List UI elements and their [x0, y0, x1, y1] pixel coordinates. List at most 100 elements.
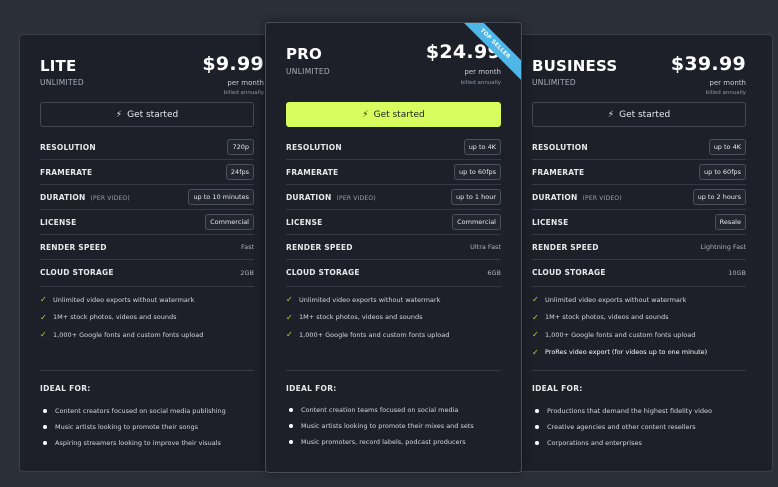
get-started-label: Get started [373, 109, 425, 120]
plan-subtitle: UNLIMITED [532, 78, 576, 87]
plan-subtitle: UNLIMITED [286, 67, 330, 76]
feature-note: (PER VIDEO) [90, 194, 130, 202]
check-icon: ✓ [40, 330, 47, 340]
ideal-item: Music artists looking to promote their m… [286, 418, 513, 434]
get-started-button[interactable]: ⚡ Get started [40, 102, 254, 127]
feature-label: CLOUD STORAGE [286, 268, 360, 277]
feature-value: 720p [227, 139, 254, 155]
plan-card-pro: TOP SELLER PRO UNLIMITED $24.99 per mont… [265, 22, 522, 473]
feature-row-cloud-storage: CLOUD STORAGE 6GB [286, 260, 501, 285]
included-item: ✓ Unlimited video exports without waterma… [532, 295, 687, 305]
plan-name: BUSINESS [532, 57, 618, 75]
ideal-item: Productions that demand the highest fide… [532, 403, 764, 419]
feature-label: DURATION [40, 192, 86, 202]
included-item: ✓ ProRes video export (for videos up to o… [532, 347, 708, 357]
ideal-item: Music artists looking to promote their s… [40, 419, 266, 435]
feature-row-duration: DURATION (PER VIDEO) up to 1 hour [286, 185, 501, 210]
feature-value: up to 4K [708, 139, 746, 155]
ideal-item: Content creators focused on social media… [40, 403, 266, 419]
feature-row-cloud-storage: CLOUD STORAGE 10GB [532, 260, 746, 285]
feature-label: RESOLUTION [40, 142, 96, 152]
feature-label: RESOLUTION [532, 142, 588, 152]
get-started-label: Get started [619, 109, 671, 120]
feature-row-duration: DURATION (PER VIDEO) up to 2 hours [532, 185, 746, 210]
billing-note: billed annually [460, 80, 501, 86]
plan-card-lite: LITE UNLIMITED $9.99 per month billed an… [19, 34, 275, 472]
feature-row-framerate: FRAMERATE up to 60fps [532, 160, 746, 185]
price-period: per month [227, 79, 264, 87]
feature-value: up to 2 hours [692, 189, 746, 205]
feature-row-framerate: FRAMERATE up to 60fps [286, 160, 501, 185]
plan-subtitle: UNLIMITED [40, 78, 84, 87]
included-item: ✓ 1M+ stock photos, videos and sounds [40, 312, 177, 322]
included-item: ✓ 1,000+ Google fonts and custom fonts up… [286, 330, 450, 340]
bullet-icon [289, 408, 293, 412]
ideal-item: Aspiring streamers looking to improve th… [40, 435, 266, 451]
ideal-for-title: IDEAL FOR: [40, 384, 91, 393]
feature-value: up to 1 hour [451, 189, 501, 205]
feature-value: 6GB [487, 268, 501, 277]
get-started-button[interactable]: ⚡ Get started [532, 102, 746, 127]
check-icon: ✓ [40, 312, 47, 322]
ideal-for-title: IDEAL FOR: [532, 384, 583, 393]
feature-row-duration: DURATION (PER VIDEO) up to 10 minutes [40, 185, 254, 210]
feature-row-resolution: RESOLUTION 720p [40, 135, 254, 160]
feature-label: RENDER SPEED [286, 242, 353, 252]
bullet-icon [43, 409, 47, 413]
feature-value: up to 4K [463, 139, 501, 155]
included-list: ✓ Unlimited video exports without waterma… [286, 291, 511, 344]
ideal-for-list: Content creators focused on social media… [40, 403, 266, 451]
plan-name: LITE [40, 57, 77, 75]
feature-value: up to 60fps [454, 164, 501, 180]
ideal-item: Corporations and enterprises [532, 435, 764, 451]
bolt-icon: ⚡ [362, 109, 369, 120]
feature-label: CLOUD STORAGE [40, 268, 114, 277]
included-item: ✓ Unlimited video exports without waterma… [286, 295, 441, 305]
feature-row-render-speed: RENDER SPEED Fast [40, 235, 254, 260]
plan-price: $9.99 [202, 53, 264, 75]
included-list: ✓ Unlimited video exports without waterma… [532, 291, 762, 361]
bullet-icon [535, 425, 539, 429]
price-period: per month [464, 68, 501, 76]
check-icon: ✓ [532, 347, 539, 357]
plan-name: PRO [286, 45, 322, 63]
feature-label: CLOUD STORAGE [532, 268, 606, 277]
feature-label: FRAMERATE [40, 167, 93, 177]
bullet-icon [43, 425, 47, 429]
ideal-item: Music promoters, record labels, podcast … [286, 434, 513, 450]
feature-row-cloud-storage: CLOUD STORAGE 2GB [40, 260, 254, 285]
feature-row-license: LICENSE Commercial [286, 210, 501, 235]
feature-row-resolution: RESOLUTION up to 4K [532, 135, 746, 160]
feature-row-resolution: RESOLUTION up to 4K [286, 135, 501, 160]
feature-value: Lightning Fast [700, 243, 746, 251]
divider [532, 370, 746, 371]
get-started-label: Get started [127, 109, 179, 120]
bullet-icon [43, 441, 47, 445]
feature-row-license: LICENSE Resale [532, 210, 746, 235]
billing-note: billed annually [705, 90, 746, 96]
included-item: ✓ 1,000+ Google fonts and custom fonts up… [532, 330, 696, 340]
feature-value: 2GB [240, 268, 254, 277]
included-item: ✓ 1M+ stock photos, videos and sounds [286, 312, 423, 322]
feature-note: (PER VIDEO) [336, 194, 376, 202]
divider [40, 286, 254, 287]
included-item: ✓ Unlimited video exports without waterma… [40, 295, 195, 305]
check-icon: ✓ [532, 312, 539, 322]
included-list: ✓ Unlimited video exports without waterma… [40, 291, 264, 344]
feature-label: LICENSE [40, 217, 77, 227]
bolt-icon: ⚡ [115, 109, 123, 120]
get-started-button[interactable]: ⚡ Get started [286, 102, 501, 127]
feature-label: FRAMERATE [286, 167, 339, 177]
check-icon: ✓ [286, 312, 293, 322]
feature-row-render-speed: RENDER SPEED Ultra Fast [286, 235, 501, 260]
bullet-icon [535, 409, 539, 413]
ideal-item: Creative agencies and other content rese… [532, 419, 764, 435]
price-period: per month [709, 79, 746, 87]
feature-label: RENDER SPEED [532, 242, 599, 252]
feature-label: RENDER SPEED [40, 242, 107, 252]
feature-value: Resale [714, 214, 746, 230]
bullet-icon [289, 424, 293, 428]
feature-row-license: LICENSE Commercial [40, 210, 254, 235]
divider [40, 370, 254, 371]
divider [286, 286, 501, 287]
